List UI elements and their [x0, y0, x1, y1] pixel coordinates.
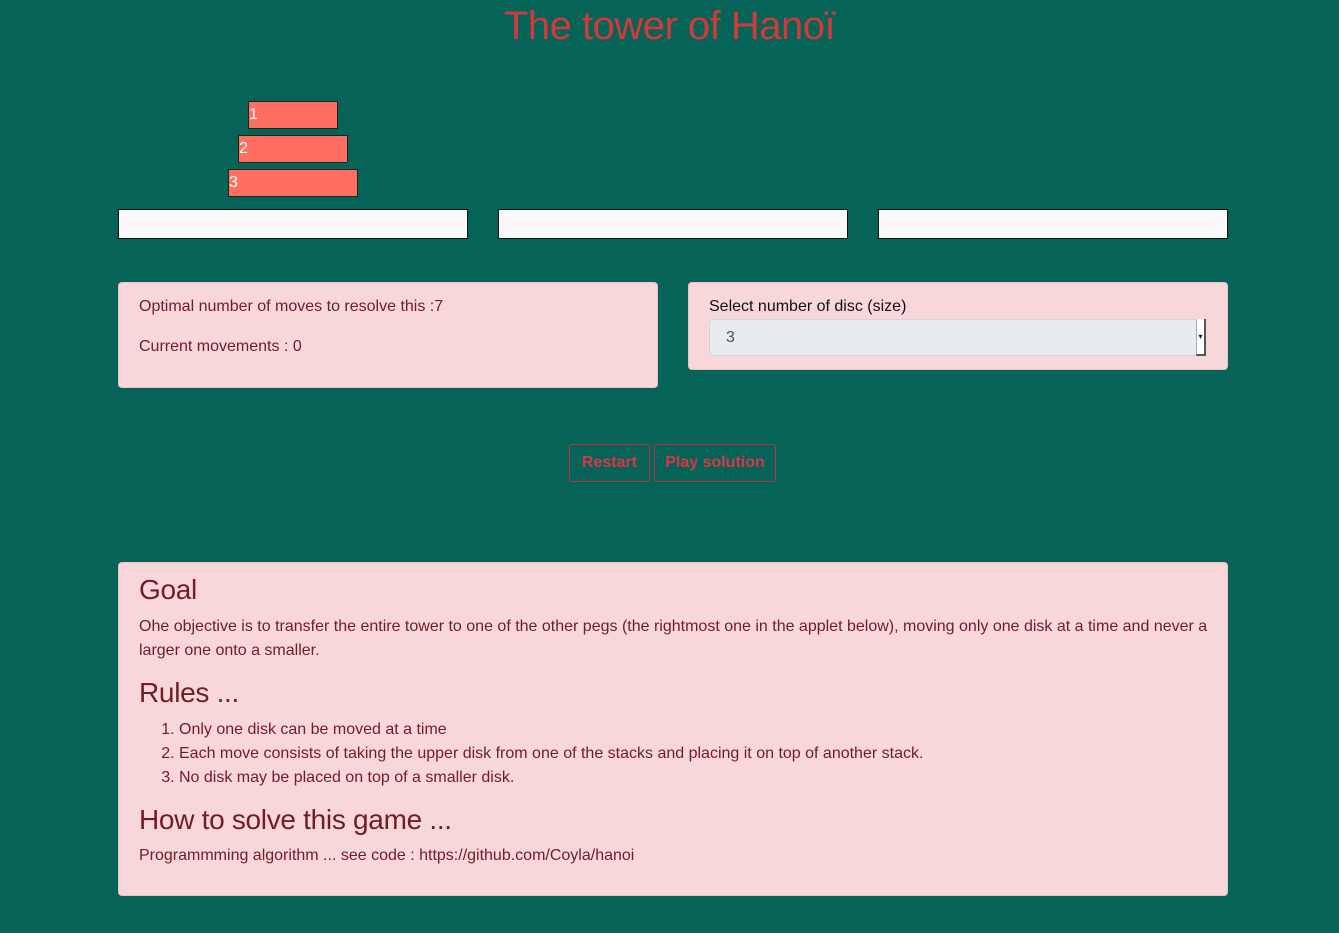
status-panel: Optimal number of moves to resolve this …: [118, 282, 658, 388]
solve-text: Programmming algorithm ... see code : ht…: [139, 847, 635, 864]
size-select-panel: Select number of disc (size) 3 ▾: [688, 282, 1228, 370]
size-select[interactable]: 3 ▾: [709, 319, 1206, 356]
help-panel: Goal Ohe objective is to transfer the en…: [118, 562, 1228, 896]
goal-heading: Goal: [139, 574, 197, 605]
rule-item: Only one disk can be moved at a time: [179, 718, 923, 742]
page-title: The tower of Hanoï: [503, 4, 836, 48]
play-solution-button[interactable]: Play solution: [654, 444, 776, 482]
rules-heading: Rules ...: [139, 677, 240, 708]
peg-right[interactable]: [878, 209, 1228, 239]
size-select-label: Select number of disc (size): [709, 298, 907, 315]
rules-list: Only one disk can be moved at a time Eac…: [139, 718, 923, 790]
optimal-moves-text: Optimal number of moves to resolve this …: [139, 298, 444, 315]
restart-button[interactable]: Restart: [569, 444, 650, 482]
disk-1[interactable]: 1: [248, 101, 338, 129]
size-select-value: 3: [726, 329, 735, 346]
peg-middle[interactable]: [498, 209, 848, 239]
current-moves-text: Current movements : 0: [139, 338, 302, 355]
rule-item: No disk may be placed on top of a smalle…: [179, 766, 923, 790]
peg-left[interactable]: [118, 209, 468, 239]
rule-item: Each move consists of taking the upper d…: [179, 742, 923, 766]
goal-text: Ohe objective is to transfer the entire …: [139, 618, 1208, 659]
disk-2[interactable]: 2: [238, 135, 348, 163]
chevron-down-icon[interactable]: ▾: [1196, 319, 1206, 356]
solve-heading: How to solve this game ...: [139, 804, 452, 835]
disk-3[interactable]: 3: [228, 169, 358, 197]
